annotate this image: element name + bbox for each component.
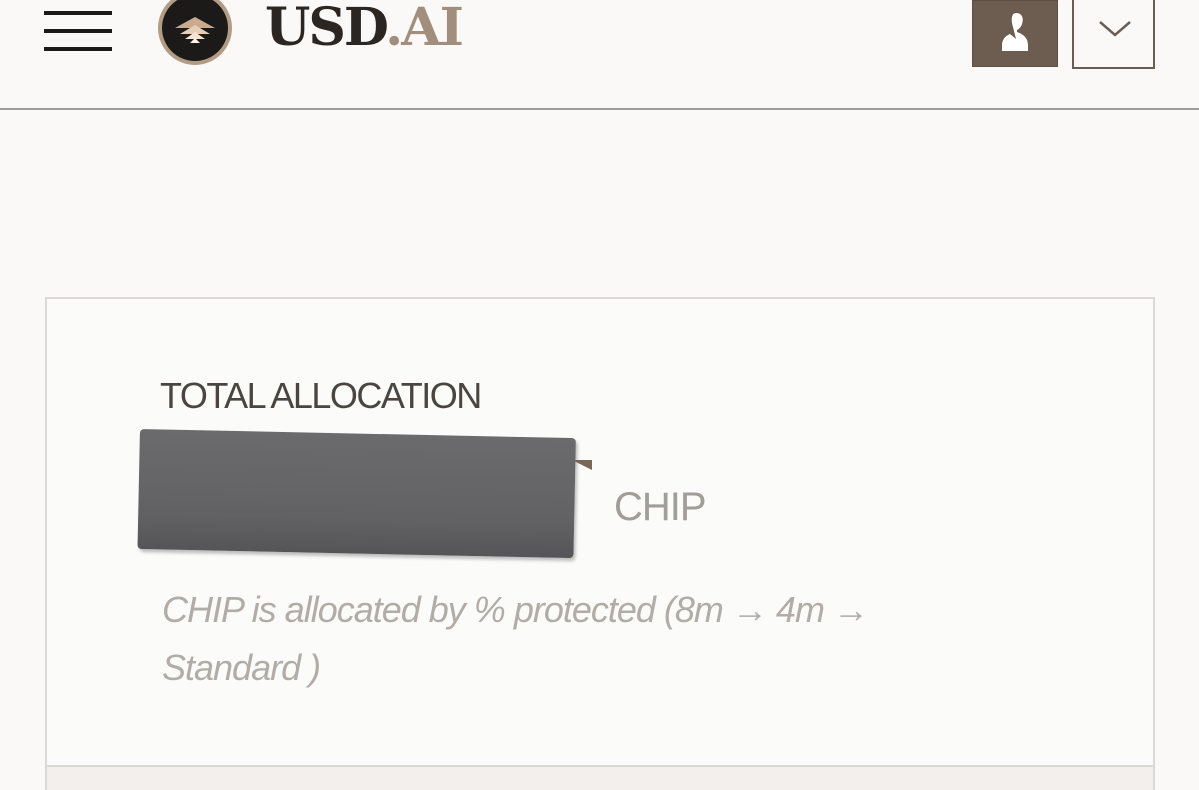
brand-primary: USD (265, 0, 387, 58)
menu-line (44, 11, 112, 15)
dropdown-toggle-button[interactable] (1072, 0, 1155, 69)
allocation-description: CHIP is allocated by % protected (8m → 4… (162, 589, 869, 688)
hamburger-menu-icon[interactable] (44, 8, 112, 51)
user-icon (1002, 13, 1028, 51)
top-header: USD.AI (0, 0, 1199, 110)
redacted-allocation-value (137, 429, 576, 559)
account-button[interactable] (972, 0, 1058, 67)
total-allocation-card: TOTAL ALLOCATION CHIP CHIP is allocated … (45, 297, 1155, 790)
redaction-edge (572, 460, 592, 470)
brand-wordmark[interactable]: USD.AI (265, 0, 464, 58)
allocation-unit: CHIP (614, 485, 707, 529)
menu-line (44, 47, 112, 51)
brand-accent: .AI (385, 0, 464, 58)
usd-ai-logo-icon[interactable] (156, 0, 234, 67)
next-card-section (47, 767, 1153, 790)
allocation-title: TOTAL ALLOCATION (160, 375, 482, 416)
chevron-down-icon (1099, 21, 1131, 37)
menu-line (44, 29, 112, 33)
